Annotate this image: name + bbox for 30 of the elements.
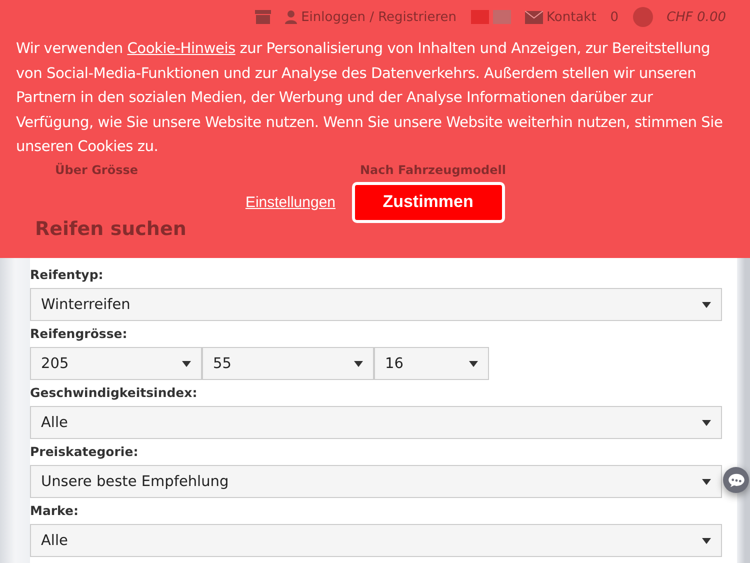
- dropdown-select[interactable]: 55: [202, 347, 374, 380]
- flag-icon[interactable]: [470, 10, 511, 24]
- field-label: Geschwindigkeitsindex:: [30, 384, 198, 402]
- chat-button[interactable]: [723, 467, 749, 493]
- dropdown-select[interactable]: Winterreifen: [30, 288, 722, 321]
- user-icon: [285, 10, 298, 24]
- accept-button[interactable]: Zustimmen: [352, 182, 505, 222]
- caret-icon: [702, 420, 711, 426]
- caret-icon: [702, 478, 711, 484]
- field-label: Preiskategorie:: [30, 443, 140, 461]
- envelope-icon: [524, 10, 543, 24]
- dropdown-select[interactable]: Alle: [30, 406, 722, 439]
- dropdown-select[interactable]: 16: [374, 347, 489, 380]
- field-label: Marke:: [30, 502, 80, 520]
- section-title: Reifen suchen: [35, 218, 186, 240]
- chat-bubble-icon: [728, 472, 744, 488]
- dropdown-select[interactable]: Alle: [30, 524, 722, 557]
- caret-icon: [702, 538, 711, 544]
- dropdown-select[interactable]: Unsere beste Empfehlung: [30, 465, 722, 498]
- caret-icon: [702, 302, 711, 308]
- field-label: Reifentyp:: [30, 266, 104, 284]
- cookie-notice-text: Wir verwenden Cookie-Hinweis zur Personalisierung von Inhalten und Anzeigen, zur Bereitstellung von Social-Media-Funktionen und zur Analyse des Datenverkehrs. Außerdem stellen wir unseren Partnern in den sozialen Medien, der Werbung und der Analyse Informationen darüber zur Verfügung, wie Sie unsere Website nutzen. Wenn Sie unsere Website weiterhin nutzen, stimmen Sie unseren Cookies zu.: [16, 39, 724, 157]
- caret-icon: [469, 360, 478, 366]
- field-label: Reifengrösse:: [30, 325, 128, 343]
- cart-count: 0: [610, 10, 619, 24]
- caret-icon: [354, 360, 363, 366]
- cart-total: CHF 0.00: [666, 10, 726, 24]
- box-icon[interactable]: [255, 10, 272, 24]
- dropdown-select[interactable]: 205: [30, 347, 202, 380]
- caret-icon: [182, 360, 191, 366]
